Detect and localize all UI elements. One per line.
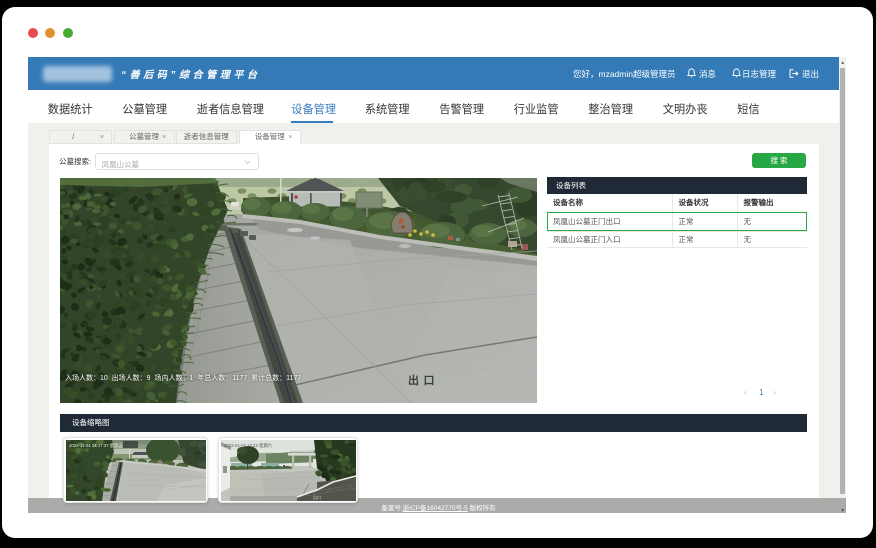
svg-text:2022-01-01 17:43 星期六: 2022-01-01 17:43 星期六 [224, 442, 273, 449]
svg-text:出口: 出口 [313, 494, 321, 500]
